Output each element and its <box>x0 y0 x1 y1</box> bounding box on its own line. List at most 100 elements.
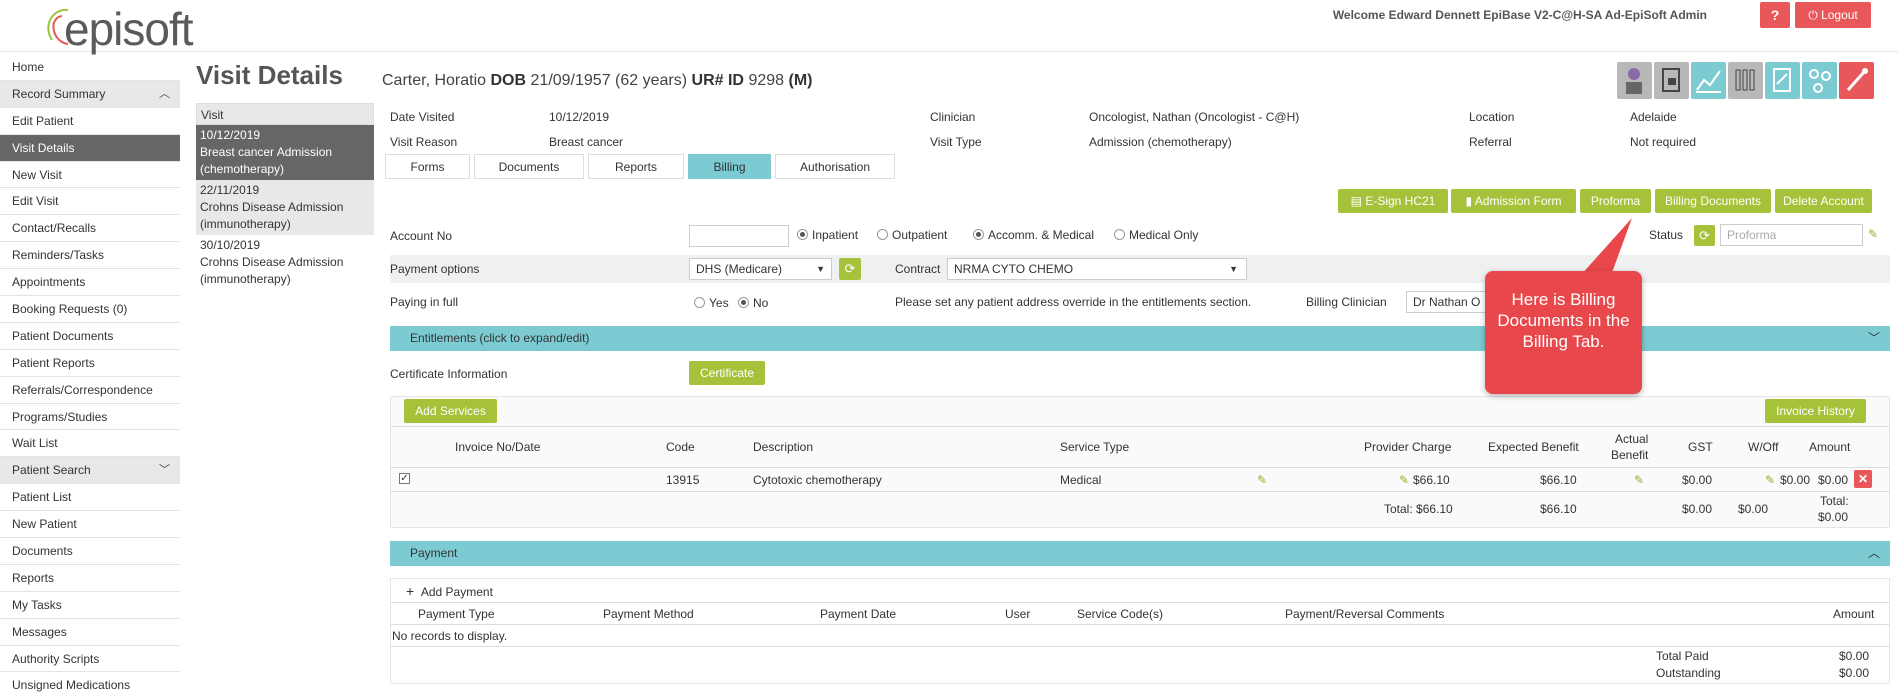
clinician-label: Clinician <box>930 110 976 124</box>
add-payment-button[interactable]: + Add Payment <box>406 583 493 599</box>
help-button[interactable]: ? <box>1760 2 1790 28</box>
sidebar-item-new-visit[interactable]: New Visit <box>0 162 180 189</box>
medical-only-radio[interactable] <box>1114 229 1125 240</box>
accomm-medical-radio[interactable] <box>973 229 984 240</box>
add-services-button[interactable]: Add Services <box>404 399 497 423</box>
sidebar-item-edit-visit[interactable]: Edit Visit <box>0 188 180 216</box>
sidebar-item-new-patient[interactable]: New Patient <box>0 511 180 539</box>
sidebar-item-appointments[interactable]: Appointments <box>0 269 180 297</box>
locked-record-icon[interactable] <box>1654 62 1689 99</box>
address-note: Please set any patient address override … <box>895 295 1252 309</box>
visit-entry[interactable]: 22/11/2019 Crohns Disease Admission (imm… <box>196 180 374 235</box>
pencil-icon[interactable]: ✎ <box>1765 473 1775 487</box>
col-payment-type: Payment Type <box>418 607 495 621</box>
dob-value: 21/09/1957 (62 years) <box>530 72 688 89</box>
services-panel <box>390 396 1890 528</box>
delete-service-button[interactable]: ✕ <box>1854 470 1872 488</box>
contract-select[interactable]: NRMA CYTO CHEMO ▼ <box>947 258 1247 280</box>
payment-bar[interactable]: Payment ︿ <box>390 541 1890 566</box>
paying-yes-option[interactable]: Yes <box>694 296 729 310</box>
tools-icon[interactable] <box>1839 62 1874 99</box>
total-expected-benefit: $66.10 <box>1540 502 1577 516</box>
sidebar-item-referrals[interactable]: Referrals/Correspondence <box>0 377 180 404</box>
sidebar-item-contact-recalls[interactable]: Contact/Recalls <box>0 215 180 243</box>
sidebar-item-patient-reports[interactable]: Patient Reports <box>0 350 180 377</box>
sidebar-item-documents[interactable]: Documents <box>0 538 180 565</box>
visit-entry[interactable]: 30/10/2019 Crohns Disease Admission (imm… <box>196 235 374 290</box>
clinician-icon[interactable] <box>1617 62 1652 99</box>
network-icon[interactable] <box>1802 62 1837 99</box>
col-user: User <box>1005 607 1031 621</box>
paying-yes-radio[interactable] <box>694 297 705 308</box>
pencil-icon[interactable]: ✎ <box>1257 473 1267 487</box>
chart-icon[interactable] <box>1691 62 1726 99</box>
prescription-icon[interactable] <box>1765 62 1800 99</box>
visit-type-label: Visit Type <box>930 135 982 149</box>
sidebar: Home Record Summary ︿ Edit Patient Visit … <box>0 54 180 692</box>
sidebar-item-unsigned-medications[interactable]: Unsigned Medications <box>0 672 180 692</box>
expected-benefit: $66.10 <box>1540 473 1577 487</box>
outpatient-option[interactable]: Outpatient <box>877 228 947 242</box>
sidebar-item-record-summary[interactable]: Record Summary ︿ <box>0 80 180 108</box>
delete-account-button[interactable]: Delete Account <box>1775 189 1872 213</box>
outpatient-radio[interactable] <box>877 229 888 240</box>
patient-banner: Carter, Horatio DOB 21/09/1957 (62 years… <box>382 72 812 90</box>
sidebar-item-home[interactable]: Home <box>0 54 180 81</box>
pencil-icon[interactable]: ✎ <box>1634 473 1644 487</box>
sidebar-item-visit-details[interactable]: Visit Details <box>0 134 180 162</box>
sidebar-item-programs-studies[interactable]: Programs/Studies <box>0 404 180 431</box>
accomm-medical-option[interactable]: Accomm. & Medical <box>973 228 1094 242</box>
paying-no-option[interactable]: No <box>738 296 768 310</box>
tab-billing[interactable]: Billing <box>688 154 771 179</box>
tab-documents[interactable]: Documents <box>474 154 584 179</box>
service-row-checkbox[interactable]: ✓ <box>399 473 410 484</box>
col-service-type: Service Type <box>1060 440 1130 454</box>
sidebar-item-booking-requests[interactable]: Booking Requests (0) <box>0 296 180 323</box>
invoice-history-button[interactable]: Invoice History <box>1765 399 1866 423</box>
chevron-down-icon: ﹀ <box>159 464 170 477</box>
visit-entry[interactable]: 10/12/2019 Breast cancer Admission (chem… <box>196 125 374 180</box>
logout-button[interactable]: ⏻ Logout <box>1795 2 1871 28</box>
sidebar-item-reminders-tasks[interactable]: Reminders/Tasks <box>0 242 180 270</box>
proforma-button[interactable]: Proforma <box>1580 189 1651 213</box>
sidebar-item-reports[interactable]: Reports <box>0 565 180 592</box>
medical-only-option[interactable]: Medical Only <box>1114 228 1198 242</box>
sidebar-item-patient-documents[interactable]: Patient Documents <box>0 323 180 350</box>
sidebar-item-patient-list[interactable]: Patient List <box>0 484 180 512</box>
tab-reports[interactable]: Reports <box>588 154 684 179</box>
status-input[interactable]: Proforma <box>1720 224 1863 246</box>
no-records-text: No records to display. <box>392 629 508 643</box>
episoft-logo[interactable]: episoft <box>28 2 194 52</box>
payment-option-select[interactable]: DHS (Medicare) ▼ <box>689 258 832 280</box>
inpatient-option[interactable]: Inpatient <box>797 228 858 242</box>
account-no-input[interactable] <box>689 225 789 247</box>
esign-hc21-button[interactable]: ▤ E-Sign HC21 <box>1338 189 1448 213</box>
pencil-icon[interactable]: ✎ <box>1399 473 1409 487</box>
paying-no-radio[interactable] <box>738 297 749 308</box>
col-invoice: Invoice No/Date <box>455 440 541 454</box>
service-type: Medical <box>1060 473 1102 487</box>
sidebar-item-wait-list[interactable]: Wait List <box>0 430 180 458</box>
pencil-icon[interactable]: ✎ <box>1868 227 1878 241</box>
refresh-status-icon[interactable]: ⟳ <box>1694 225 1715 246</box>
sidebar-item-messages[interactable]: Messages <box>0 619 180 646</box>
chevron-down-icon: ﹀ <box>1867 331 1880 345</box>
sidebar-item-edit-patient[interactable]: Edit Patient <box>0 108 180 135</box>
visit-reason-label: Visit Reason <box>390 135 458 149</box>
sidebar-item-my-tasks[interactable]: My Tasks <box>0 592 180 619</box>
tab-authorisation[interactable]: Authorisation <box>775 154 895 179</box>
billing-documents-button[interactable]: Billing Documents <box>1655 189 1771 213</box>
test-tubes-icon[interactable] <box>1728 62 1763 99</box>
admission-form-button[interactable]: ▮ Admission Form <box>1451 189 1576 213</box>
col-actual-benefit: Actual <box>1615 432 1649 446</box>
location-label: Location <box>1469 110 1515 124</box>
visit-list: Visit 10/12/2019 Breast cancer Admission… <box>196 103 374 290</box>
entitlements-bar[interactable]: Entitlements (click to expand/edit) ﹀ <box>390 326 1890 351</box>
tab-forms[interactable]: Forms <box>385 154 470 179</box>
table-line <box>390 426 1890 427</box>
sidebar-item-authority-scripts[interactable]: Authority Scripts <box>0 646 180 673</box>
certificate-button[interactable]: Certificate <box>689 361 765 385</box>
inpatient-radio[interactable] <box>797 229 808 240</box>
sidebar-item-patient-search[interactable]: Patient Search ﹀ <box>0 457 180 485</box>
refresh-payment-icon[interactable]: ⟳ <box>839 258 861 280</box>
